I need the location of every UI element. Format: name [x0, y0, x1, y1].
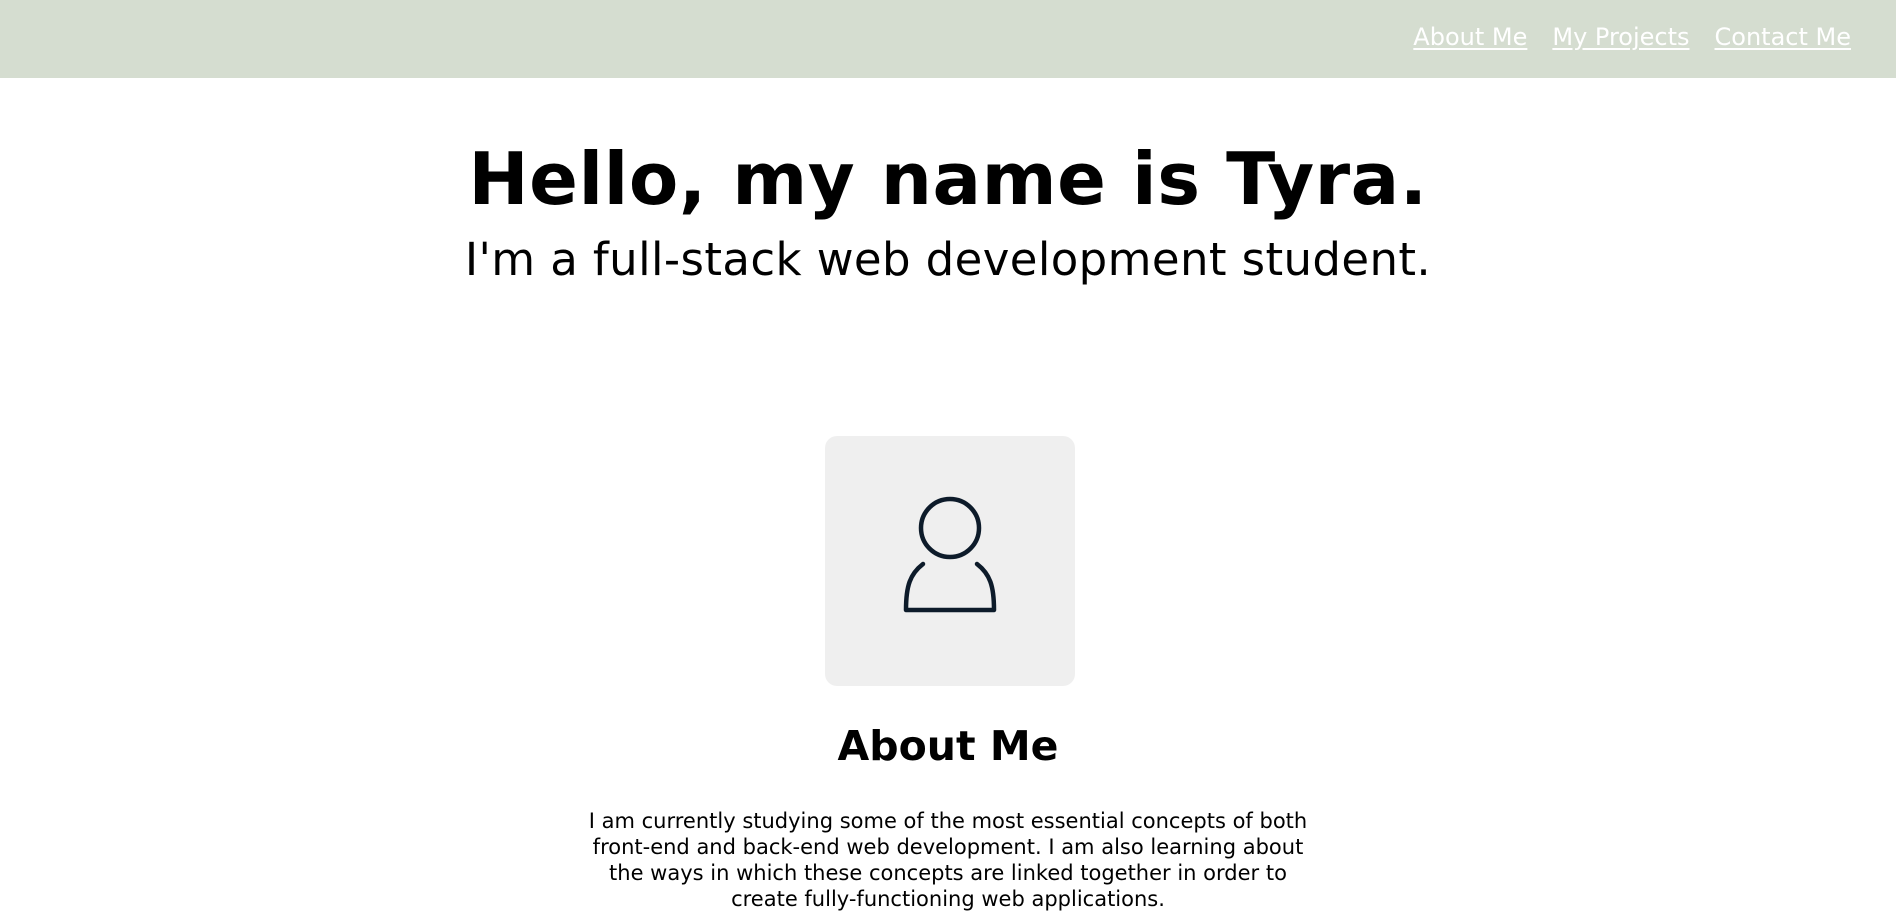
about-text: I am currently studying some of the most…: [588, 809, 1308, 911]
hero-subtitle: I'm a full-stack web development student…: [464, 233, 1432, 287]
about-title: About Me: [837, 722, 1059, 770]
hero-section: Hello, my name is Tyra. I'm a full-stack…: [0, 137, 1896, 287]
hero-title: Hello, my name is Tyra.: [468, 137, 1428, 221]
nav-link-contact-me[interactable]: Contact Me: [1715, 23, 1851, 51]
avatar: [825, 436, 1075, 686]
person-icon: [903, 496, 997, 613]
nav-link-about-me[interactable]: About Me: [1413, 23, 1527, 51]
site-header: About Me My Projects Contact Me: [0, 0, 1896, 78]
main-nav: About Me My Projects Contact Me: [1413, 23, 1851, 51]
nav-link-my-projects[interactable]: My Projects: [1552, 23, 1689, 51]
